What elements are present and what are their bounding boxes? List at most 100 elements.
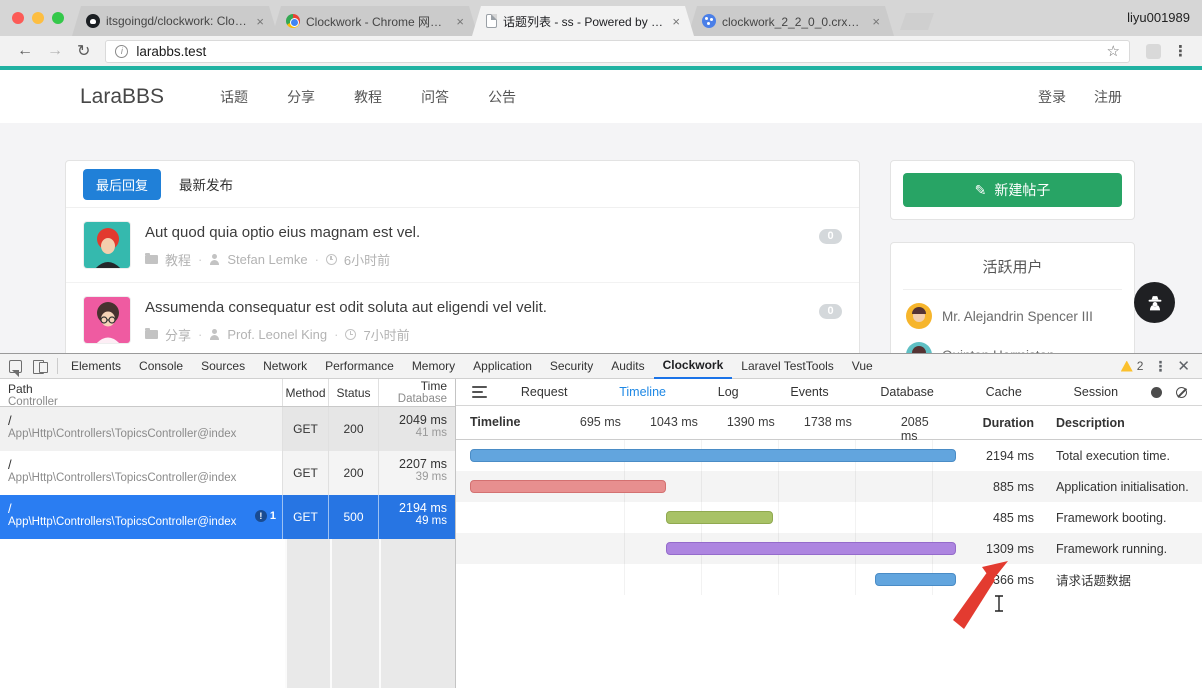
topic-row[interactable]: Aut quod quia optio eius magnam est vel.… xyxy=(66,208,859,282)
timeline-row[interactable]: 885 ms Application initialisation. xyxy=(456,471,1202,502)
tab-elements[interactable]: Elements xyxy=(62,354,130,378)
tab-cache[interactable]: Cache xyxy=(986,385,1022,399)
tab-audits[interactable]: Audits xyxy=(602,354,653,378)
tab-security[interactable]: Security xyxy=(541,354,602,378)
user-name[interactable]: Mr. Alejandrin Spencer III xyxy=(942,309,1093,324)
register-link[interactable]: 注册 xyxy=(1094,87,1122,107)
tab-console[interactable]: Console xyxy=(130,354,192,378)
reload-icon[interactable]: ↻ xyxy=(70,41,97,61)
address-bar[interactable]: i larabbs.test ☆ xyxy=(105,40,1130,63)
tab-performance[interactable]: Performance xyxy=(316,354,403,378)
devtools-menu-icon[interactable]: ⋮ xyxy=(1153,358,1167,375)
topic-main: Assumenda consequatur est odit soluta au… xyxy=(145,296,805,344)
browser-tab-chrome-store[interactable]: Clockwork - Chrome 网上应用店 × xyxy=(272,6,478,36)
browser-menu-icon[interactable]: ⋮ xyxy=(1169,42,1192,60)
tab-clockwork[interactable]: Clockwork xyxy=(654,353,733,379)
tab-vue[interactable]: Vue xyxy=(843,354,882,378)
nav-item-announce[interactable]: 公告 xyxy=(482,87,522,107)
tab-laravel-testtools[interactable]: Laravel TestTools xyxy=(732,354,843,378)
avatar[interactable] xyxy=(83,296,131,344)
col-time-database: Time Database xyxy=(378,379,455,406)
avatar[interactable] xyxy=(83,221,131,269)
table-row-selected[interactable]: / App\Http\Controllers\TopicsController@… xyxy=(0,495,455,539)
device-toolbar-icon[interactable] xyxy=(32,358,48,374)
tab-close-icon[interactable]: × xyxy=(254,14,266,29)
browser-tab-crx[interactable]: clockwork_2_2_0_0.crx_免费高 × xyxy=(688,6,894,36)
tab-close-icon[interactable]: × xyxy=(870,14,882,29)
login-link[interactable]: 登录 xyxy=(1038,87,1066,107)
list-item[interactable]: Quinten Hermiston xyxy=(906,342,1119,353)
site-logo[interactable]: LaraBBS xyxy=(80,85,164,109)
clear-requests-icon[interactable] xyxy=(1176,387,1187,398)
tab-request[interactable]: Request xyxy=(521,385,568,399)
timeline-bar-init[interactable] xyxy=(470,480,666,493)
topic-title[interactable]: Aut quod quia optio eius magnam est vel. xyxy=(145,224,805,241)
reply-count-badge: 0 xyxy=(819,229,842,244)
inspect-element-icon[interactable] xyxy=(9,360,22,373)
nav-item-topics[interactable]: 话题 xyxy=(214,87,254,107)
tab-sources[interactable]: Sources xyxy=(192,354,254,378)
minimize-window-button[interactable] xyxy=(32,12,44,24)
forward-icon[interactable]: → xyxy=(40,42,70,60)
tab-latest[interactable]: 最新发布 xyxy=(179,174,233,194)
bookmark-star-icon[interactable]: ☆ xyxy=(1107,42,1120,60)
table-row[interactable]: / App\Http\Controllers\TopicsController@… xyxy=(0,451,455,495)
topic-category[interactable]: 教程 xyxy=(165,250,191,269)
topic-author[interactable]: Prof. Leonel King xyxy=(227,327,327,342)
tab-title: 话题列表 - ss - Powered by Lar xyxy=(503,13,664,30)
timeline-bar-topics-query[interactable] xyxy=(875,573,956,586)
timeline-row[interactable]: 2194 ms Total execution time. xyxy=(456,440,1202,471)
zoom-window-button[interactable] xyxy=(52,12,64,24)
nav-item-tutorial[interactable]: 教程 xyxy=(348,87,388,107)
devtools-close-icon[interactable]: ✕ xyxy=(1177,357,1190,375)
topic-category[interactable]: 分享 xyxy=(165,325,191,344)
toggle-sidebar-icon[interactable] xyxy=(472,386,487,398)
divider xyxy=(57,358,58,374)
tab-log[interactable]: Log xyxy=(718,385,739,399)
reply-count-badge: 0 xyxy=(819,304,842,319)
url-text[interactable]: larabbs.test xyxy=(136,44,1106,59)
tab-session[interactable]: Session xyxy=(1074,385,1118,399)
nav-item-qa[interactable]: 问答 xyxy=(415,87,455,107)
timeline-row[interactable]: 485 ms Framework booting. xyxy=(456,502,1202,533)
gridline xyxy=(855,564,856,595)
topic-row[interactable]: Assumenda consequatur est odit soluta au… xyxy=(66,282,859,353)
timeline-duration: 2194 ms xyxy=(962,449,1034,463)
list-item[interactable]: Mr. Alejandrin Spencer III xyxy=(906,303,1119,329)
tab-application[interactable]: Application xyxy=(464,354,541,378)
col-description-label: Description xyxy=(1034,416,1202,430)
gridline xyxy=(701,471,702,502)
timeline-row[interactable]: 1309 ms Framework running. xyxy=(456,533,1202,564)
timeline-bar-booting[interactable] xyxy=(666,511,773,524)
extension-icon[interactable] xyxy=(1146,44,1161,59)
page-info-icon[interactable]: i xyxy=(115,45,128,58)
timeline-axis: Timeline 695 ms 1043 ms 1390 ms 1738 ms … xyxy=(470,406,962,439)
tab-network[interactable]: Network xyxy=(254,354,316,378)
back-icon[interactable]: ← xyxy=(10,42,40,60)
record-toggle-icon[interactable] xyxy=(1151,387,1162,398)
tab-database[interactable]: Database xyxy=(880,385,934,399)
topic-title[interactable]: Assumenda consequatur est odit soluta au… xyxy=(145,299,805,316)
request-path: / xyxy=(8,457,274,472)
tab-close-icon[interactable]: × xyxy=(670,14,682,29)
tab-timeline[interactable]: Timeline xyxy=(619,385,666,399)
warning-badge[interactable]: 2 xyxy=(1121,359,1144,373)
table-row[interactable]: / App\Http\Controllers\TopicsController@… xyxy=(0,407,455,451)
timeline-row[interactable]: 366 ms 请求话题数据 xyxy=(456,564,1202,595)
topic-author[interactable]: Stefan Lemke xyxy=(227,252,307,267)
requests-header: Path Controller Method Status Time Datab… xyxy=(0,379,455,407)
browser-tab-topics-active[interactable]: 话题列表 - ss - Powered by Lar × xyxy=(472,6,694,36)
tab-events[interactable]: Events xyxy=(790,385,828,399)
close-window-button[interactable] xyxy=(12,12,24,24)
tab-memory[interactable]: Memory xyxy=(403,354,464,378)
browser-tab-github[interactable]: itsgoingd/clockwork: Clockwor × xyxy=(72,6,278,36)
nav-item-share[interactable]: 分享 xyxy=(281,87,321,107)
new-tab-button[interactable] xyxy=(900,13,934,30)
timeline-bar-running[interactable] xyxy=(666,542,956,555)
error-icon: ! xyxy=(255,510,267,522)
timeline-bar-total[interactable] xyxy=(470,449,956,462)
tab-last-reply[interactable]: 最后回复 xyxy=(83,169,161,200)
tab-close-icon[interactable]: × xyxy=(454,14,466,29)
new-post-button[interactable]: ✎ 新建帖子 xyxy=(903,173,1122,207)
incognito-fab-button[interactable] xyxy=(1134,282,1175,323)
